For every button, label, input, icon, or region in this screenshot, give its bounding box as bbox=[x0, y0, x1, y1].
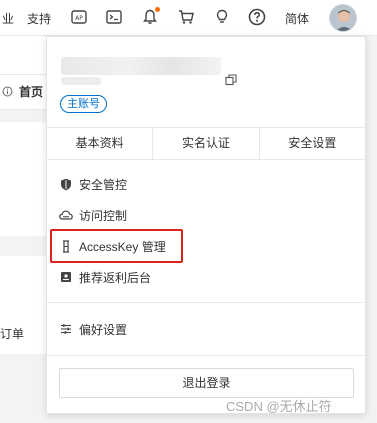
gift-icon bbox=[59, 270, 73, 284]
terminal-icon[interactable] bbox=[103, 6, 125, 28]
menu-item-label: 安全管控 bbox=[79, 177, 128, 192]
account-id-redacted bbox=[61, 77, 101, 85]
home-tab[interactable]: 首页 bbox=[19, 83, 43, 100]
cloud-icon bbox=[59, 208, 73, 222]
svg-text:AP: AP bbox=[75, 15, 83, 22]
nav-link-partial[interactable]: 业 bbox=[2, 10, 14, 27]
menu-item-label: 推荐返利后台 bbox=[79, 270, 152, 285]
main-account-badge: 主账号 bbox=[60, 95, 107, 113]
shield-icon bbox=[59, 177, 73, 191]
bell-icon[interactable] bbox=[139, 6, 161, 28]
menu-item-preferences[interactable]: 偏好设置 bbox=[59, 318, 127, 340]
nav-link-support[interactable]: 支持 bbox=[27, 10, 51, 27]
menu-item-accesskey[interactable]: AccessKey 管理 bbox=[59, 235, 166, 257]
key-icon bbox=[59, 239, 73, 253]
menu-item-label: 偏好设置 bbox=[79, 322, 128, 337]
language-switch[interactable]: 简体 bbox=[285, 10, 309, 27]
notification-dot bbox=[155, 7, 160, 12]
page-tab-bar: 首页 bbox=[0, 74, 46, 110]
menu-item-label: AccessKey 管理 bbox=[79, 239, 166, 254]
lightbulb-icon[interactable] bbox=[211, 6, 233, 28]
order-label-partial: 订单 bbox=[0, 327, 25, 341]
copy-icon[interactable] bbox=[225, 73, 237, 86]
account-name-redacted bbox=[61, 57, 221, 75]
watermark-text: CSDN @无休止符 bbox=[226, 399, 332, 414]
menu-item-security-control[interactable]: 安全管控 bbox=[59, 173, 127, 195]
user-avatar[interactable] bbox=[329, 4, 357, 32]
cart-icon[interactable] bbox=[175, 6, 197, 28]
page-gap bbox=[0, 110, 46, 122]
tab-basic-info[interactable]: 基本资料 bbox=[47, 128, 154, 159]
menu-item-label: 访问控制 bbox=[79, 208, 128, 223]
menu-item-access-control[interactable]: 访问控制 bbox=[59, 204, 127, 226]
logout-button[interactable]: 退出登录 bbox=[59, 368, 354, 398]
tab-security-settings[interactable]: 安全设置 bbox=[260, 128, 365, 159]
account-tabs: 基本资料 实名认证 安全设置 bbox=[47, 127, 365, 160]
menu-item-referral-rebate[interactable]: 推荐返利后台 bbox=[59, 266, 151, 288]
tab-real-name-auth[interactable]: 实名认证 bbox=[153, 128, 260, 159]
sliders-icon bbox=[59, 322, 73, 336]
top-navigation-bar: 业 支持 AP 简体 bbox=[0, 0, 377, 36]
account-dropdown: 主账号 基本资料 实名认证 安全设置 安全管控 访问控制 AccessKey 管… bbox=[46, 36, 366, 414]
help-icon[interactable] bbox=[246, 6, 268, 28]
info-icon bbox=[2, 84, 13, 97]
menu-divider bbox=[47, 302, 365, 303]
api-icon[interactable]: AP bbox=[68, 6, 90, 28]
page-card bbox=[0, 122, 46, 236]
menu-divider bbox=[47, 355, 365, 356]
page-card-order: 订单 bbox=[0, 256, 46, 354]
